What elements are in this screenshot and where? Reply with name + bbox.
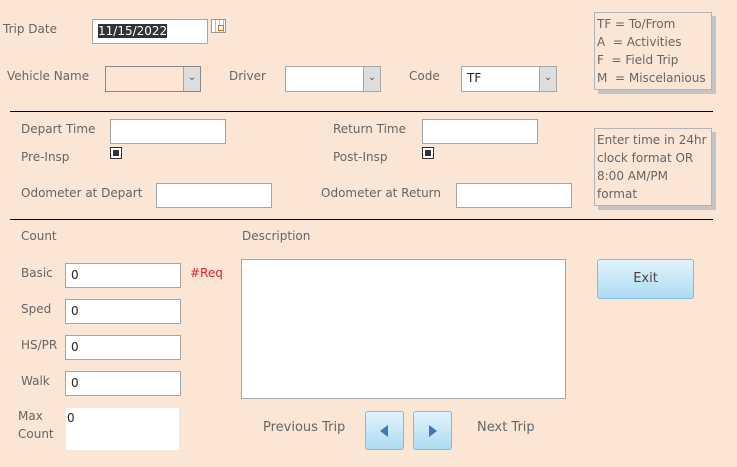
- chevron-down-icon[interactable]: ⌄: [363, 67, 380, 91]
- legend-line: A = Activities: [597, 35, 682, 49]
- required-indicator: #Req: [190, 266, 223, 280]
- trip-date-input[interactable]: 11/15/2022: [92, 19, 208, 44]
- pre-insp-label: Pre-Insp: [21, 150, 70, 164]
- code-combo[interactable]: TF ⌄: [461, 66, 557, 92]
- description-label: Description: [242, 229, 311, 243]
- legend-line: M = Miscelanious: [597, 71, 706, 85]
- walk-label: Walk: [21, 374, 50, 388]
- return-time-input[interactable]: [422, 119, 538, 144]
- basic-input[interactable]: 0: [65, 263, 181, 288]
- post-insp-checkbox[interactable]: [422, 147, 434, 159]
- next-trip-button[interactable]: [413, 411, 452, 450]
- divider: [10, 111, 713, 112]
- return-time-label: Return Time: [333, 122, 407, 136]
- max-label: Max: [18, 409, 43, 423]
- code-value: TF: [467, 71, 482, 85]
- max-count-value: 0: [66, 408, 179, 450]
- hspr-input[interactable]: 0: [65, 335, 181, 360]
- pre-insp-checkbox[interactable]: [110, 147, 122, 159]
- depart-time-label: Depart Time: [21, 122, 96, 136]
- exit-button[interactable]: Exit: [597, 259, 694, 299]
- code-legend: TF = To/From A = Activities F = Field Tr…: [594, 12, 712, 90]
- walk-input[interactable]: 0: [65, 371, 181, 396]
- chevron-down-icon[interactable]: ⌄: [539, 67, 556, 91]
- odometer-depart-input[interactable]: [156, 183, 272, 208]
- hint-line: Enter time in 24hr: [597, 133, 707, 147]
- previous-trip-label: Previous Trip: [263, 420, 346, 435]
- sped-label: Sped: [21, 302, 52, 316]
- description-textarea[interactable]: [241, 259, 566, 399]
- sped-input[interactable]: 0: [65, 299, 181, 324]
- odometer-return-label: Odometer at Return: [321, 186, 442, 200]
- count-label: Count: [21, 229, 57, 243]
- basic-label: Basic: [21, 266, 53, 280]
- previous-trip-button[interactable]: [365, 411, 404, 450]
- vehicle-name-label: Vehicle Name: [7, 69, 90, 83]
- trip-date-value: 11/15/2022: [98, 24, 168, 38]
- hint-line: 8:00 AM/PM: [597, 169, 668, 183]
- post-insp-label: Post-Insp: [333, 150, 388, 164]
- driver-combo[interactable]: ⌄: [285, 66, 381, 92]
- chevron-down-icon[interactable]: ⌄: [183, 67, 200, 91]
- count-sub-label: Count: [18, 427, 54, 441]
- depart-time-input[interactable]: [110, 119, 226, 144]
- vehicle-name-combo[interactable]: ⌄: [105, 66, 201, 92]
- time-format-hint: Enter time in 24hr clock format OR 8:00 …: [594, 128, 712, 206]
- calendar-icon[interactable]: [211, 19, 226, 33]
- odometer-return-input[interactable]: [456, 183, 572, 208]
- triangle-left-icon: [380, 425, 388, 437]
- trip-date-label: Trip Date: [3, 22, 57, 36]
- odometer-depart-label: Odometer at Depart: [21, 186, 143, 200]
- legend-line: F = Field Trip: [597, 53, 679, 67]
- driver-label: Driver: [229, 69, 266, 83]
- divider: [10, 219, 713, 220]
- code-label: Code: [409, 69, 440, 83]
- next-trip-label: Next Trip: [477, 420, 535, 435]
- triangle-right-icon: [429, 425, 437, 437]
- hspr-label: HS/PR: [21, 338, 57, 352]
- hint-line: format: [597, 187, 638, 201]
- legend-line: TF = To/From: [597, 17, 676, 31]
- hint-line: clock format OR: [597, 151, 694, 165]
